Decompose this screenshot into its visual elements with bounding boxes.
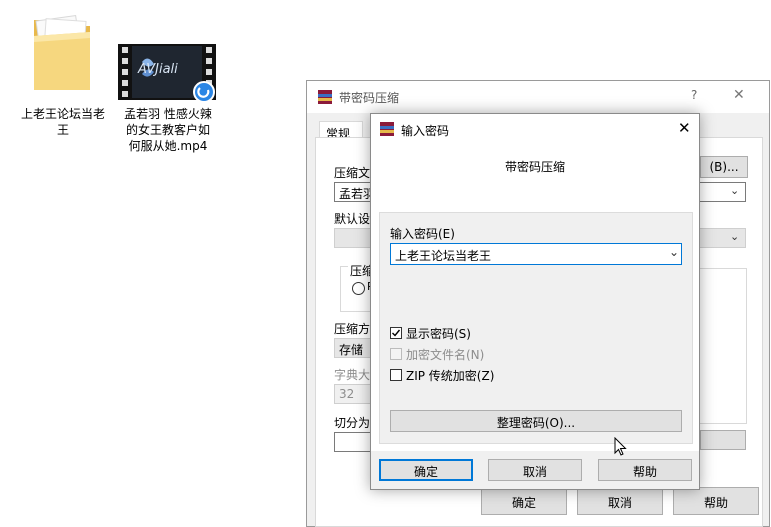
format-radio[interactable] (352, 282, 365, 295)
chevron-down-icon[interactable]: ⌄ (669, 245, 679, 259)
winrar-icon (318, 90, 332, 104)
dictionary-size-label: 字典大 (334, 368, 371, 382)
organize-passwords-button[interactable]: 整理密码(O)... (390, 410, 682, 432)
password-label: 输入密码(E) (390, 227, 455, 241)
password-dialog-title: 输入密码 (401, 124, 450, 138)
password-dialog-footer: 确定 取消 帮助 (371, 451, 699, 489)
help-icon[interactable]: ? (691, 88, 697, 102)
zip-legacy-label: ZIP 传统加密(Z) (406, 369, 495, 383)
mouse-cursor-icon (614, 437, 627, 456)
password-panel: 输入密码(E) 上老王论坛当老王 ⌄ 显示密码(S) 加密文件名(N) ZIP … (379, 212, 693, 444)
winrar-icon (380, 122, 394, 136)
password-input[interactable]: 上老王论坛当老王 (395, 247, 491, 264)
video-label: 孟若羽 性感火辣 的女王教客户如 何服从她.mp4 (124, 107, 212, 153)
archive-name-label: 压缩文 (334, 166, 371, 180)
chevron-down-icon: ⌄ (730, 230, 740, 243)
password-combo[interactable]: 上老王论坛当老王 ⌄ (390, 243, 682, 265)
checkmark-icon (392, 329, 401, 337)
compress-dialog-titlebar: 带密码压缩 ? ✕ (307, 81, 769, 113)
show-password-label: 显示密码(S) (406, 327, 471, 341)
cancel-button[interactable]: 取消 (488, 459, 582, 481)
encrypt-filenames-label: 加密文件名(N) (406, 348, 485, 362)
show-password-checkbox[interactable] (390, 327, 402, 339)
default-profile-label: 默认设 (334, 212, 371, 226)
password-dialog-titlebar: 输入密码 ✕ (371, 114, 699, 144)
help-button[interactable]: 帮助 (598, 459, 692, 481)
password-dialog: 输入密码 ✕ 带密码压缩 输入密码(E) 上老王论坛当老王 ⌄ 显示密码(S) … (370, 113, 700, 490)
options-button[interactable] (700, 430, 746, 450)
compress-dialog-title: 带密码压缩 (339, 91, 400, 105)
chevron-down-icon: ⌄ (730, 184, 740, 197)
close-icon[interactable]: ✕ (733, 87, 745, 103)
browse-button[interactable]: (B)... (700, 156, 748, 178)
back-cancel-button[interactable]: 取消 (577, 487, 663, 515)
archive-name-dropdown[interactable]: ⌄ (700, 182, 746, 202)
ok-button[interactable]: 确定 (379, 459, 473, 481)
back-ok-button[interactable]: 确定 (481, 487, 567, 515)
folder-label: 上老王论坛当老 王 (20, 107, 105, 137)
back-help-button[interactable]: 帮助 (673, 487, 759, 515)
compression-method-label: 压缩方 (334, 322, 371, 336)
split-volume-label: 切分为 (334, 416, 371, 430)
password-dialog-subtitle: 带密码压缩 (504, 160, 565, 174)
options-group (700, 268, 747, 424)
video-thumb-text: AVJiali (138, 62, 178, 77)
default-profile-dropdown[interactable]: ⌄ (700, 228, 746, 248)
zip-legacy-checkbox[interactable] (390, 369, 402, 381)
folder-icon (34, 14, 90, 90)
close-icon[interactable]: ✕ (678, 119, 691, 137)
encrypt-filenames-checkbox (390, 348, 402, 360)
